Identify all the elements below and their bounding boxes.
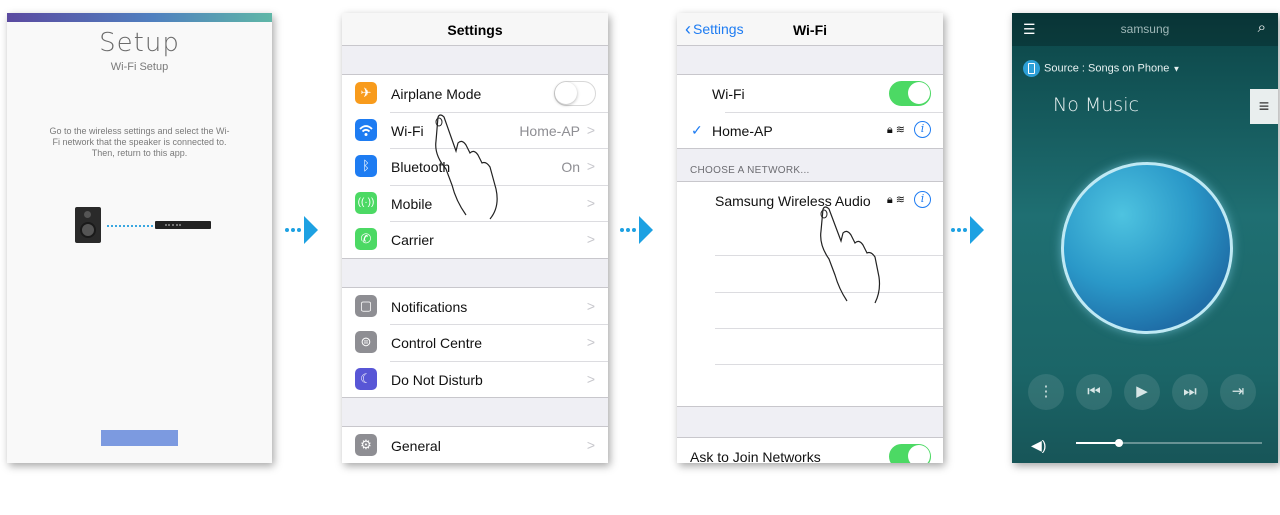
wifi-icon bbox=[355, 118, 377, 141]
volume-icon: ◀) bbox=[1031, 437, 1047, 453]
track-title: No Music bbox=[1053, 94, 1139, 116]
ask-to-join-group: Ask to Join Networks bbox=[677, 437, 943, 463]
brand-label: samsung bbox=[1120, 22, 1170, 36]
settings-row-control-centre[interactable]: ⊜ Control Centre > bbox=[342, 324, 608, 361]
row-label: Ask to Join Networks bbox=[690, 449, 821, 463]
dropdown-icon: ▼ bbox=[1172, 64, 1181, 74]
mobile-antenna-icon: ((·)) bbox=[355, 191, 377, 214]
settings-row-do-not-disturb[interactable]: ☾ Do Not Disturb > bbox=[342, 360, 608, 398]
setup-screen: Setup Wi-Fi Setup Go to the wireless set… bbox=[7, 13, 272, 463]
network-row[interactable]: Samsung Wireless Audio 🔒︎ ≋ i bbox=[677, 182, 943, 219]
menu-icon[interactable]: ≡ bbox=[1250, 89, 1278, 124]
settings-group-system: ▢ Notifications > ⊜ Control Centre > ☾ D… bbox=[342, 286, 608, 398]
speaker-icon bbox=[75, 207, 101, 243]
ios-wifi-screen: ‹ Settings Wi-Fi Wi-Fi ✓ Home-AP 🔒︎ ≋ i C… bbox=[677, 13, 943, 463]
row-value: On bbox=[561, 159, 580, 175]
play-icon[interactable]: ▶ bbox=[1124, 374, 1160, 410]
phone-source-icon bbox=[1023, 60, 1040, 77]
connected-network-row[interactable]: ✓ Home-AP 🔒︎ ≋ i bbox=[677, 111, 943, 149]
setup-instructions: Go to the wireless settings and select t… bbox=[49, 126, 230, 158]
moon-icon: ☾ bbox=[355, 367, 377, 390]
router-icon bbox=[155, 221, 211, 229]
gradient-header-bar bbox=[7, 13, 272, 22]
row-label: Carrier bbox=[391, 232, 434, 248]
source-label: Source : Songs on Phone bbox=[1044, 62, 1170, 75]
more-options-icon[interactable]: ⋮ bbox=[1028, 374, 1064, 410]
hand-pointer-icon bbox=[435, 114, 498, 220]
source-selector[interactable]: Source : Songs on Phone ▼ bbox=[1023, 60, 1180, 77]
chevron-right-icon: > bbox=[586, 297, 595, 314]
settings-row-general[interactable]: ⚙ General > bbox=[342, 427, 608, 463]
airplane-icon: ✈ bbox=[355, 82, 377, 104]
settings-row-notifications[interactable]: ▢ Notifications > bbox=[342, 288, 608, 325]
page-title: Wi-Fi bbox=[792, 22, 828, 38]
row-label: Notifications bbox=[391, 298, 468, 315]
chevron-right-icon: > bbox=[586, 231, 595, 247]
top-bar: ☰ samsung ⌕ bbox=[1012, 13, 1278, 46]
ios-settings-screen: Settings ✈ Airplane Mode Wi-Fi Home-AP >… bbox=[342, 13, 608, 463]
row-label: Wi-Fi bbox=[712, 86, 745, 102]
row-label: Airplane Mode bbox=[391, 86, 482, 102]
row-label: Mobile bbox=[391, 195, 433, 212]
ask-to-join-toggle[interactable] bbox=[889, 444, 931, 463]
gear-icon: ⚙ bbox=[355, 434, 377, 456]
nav-bar: Settings bbox=[342, 13, 608, 46]
previous-track-icon[interactable]: ⏮ bbox=[1076, 374, 1112, 410]
phone-icon: ✆ bbox=[355, 228, 377, 250]
setup-title: Setup bbox=[99, 28, 180, 58]
network-list: Samsung Wireless Audio 🔒︎ ≋ i bbox=[677, 181, 943, 407]
volume-slider-knob[interactable] bbox=[1114, 439, 1123, 447]
chevron-right-icon: > bbox=[586, 334, 595, 350]
wifi-status-group: Wi-Fi ✓ Home-AP 🔒︎ ≋ i bbox=[677, 74, 943, 149]
info-icon[interactable]: i bbox=[914, 191, 931, 208]
settings-group-general: ⚙ General > bbox=[342, 426, 608, 463]
page-title: Settings bbox=[447, 22, 503, 38]
chevron-right-icon: > bbox=[586, 194, 595, 211]
next-track-icon[interactable]: ⏭ bbox=[1172, 374, 1208, 410]
row-label: General bbox=[391, 438, 441, 454]
row-label: Wi-Fi bbox=[391, 122, 424, 139]
lock-wifi-icon: 🔒︎ ≋ bbox=[886, 123, 905, 136]
connection-dots bbox=[107, 225, 153, 227]
album-art-disc bbox=[1061, 162, 1233, 334]
nav-bar: ‹ Settings Wi-Fi bbox=[677, 13, 943, 46]
next-button[interactable] bbox=[101, 430, 178, 446]
bluetooth-icon: ᛒ bbox=[355, 155, 377, 177]
chevron-right-icon: > bbox=[586, 121, 595, 138]
chevron-right-icon: > bbox=[586, 370, 595, 387]
checkmark-icon: ✓ bbox=[691, 121, 703, 138]
notifications-icon: ▢ bbox=[355, 294, 377, 317]
row-label: Control Centre bbox=[391, 335, 483, 351]
hand-pointer-icon bbox=[820, 206, 881, 304]
network-name: Home-AP bbox=[712, 122, 773, 139]
output-device-icon[interactable]: ⇥ bbox=[1220, 374, 1256, 410]
ask-to-join-row[interactable]: Ask to Join Networks bbox=[677, 438, 943, 463]
settings-row-airplane-mode[interactable]: ✈ Airplane Mode bbox=[342, 75, 608, 112]
row-label: Do Not Disturb bbox=[391, 371, 483, 388]
volume-slider[interactable] bbox=[1076, 439, 1262, 447]
airplane-mode-toggle[interactable] bbox=[554, 81, 596, 106]
music-player-screen: ☰ samsung ⌕ Source : Songs on Phone ▼ No… bbox=[1012, 13, 1278, 463]
setup-subtitle: Wi-Fi Setup bbox=[110, 61, 169, 73]
control-centre-icon: ⊜ bbox=[355, 331, 377, 353]
section-header: CHOOSE A NETWORK... bbox=[690, 165, 810, 176]
chevron-right-icon: > bbox=[586, 158, 595, 174]
wifi-toggle-row[interactable]: Wi-Fi bbox=[677, 75, 943, 112]
info-icon[interactable]: i bbox=[914, 120, 931, 138]
row-value: Home-AP bbox=[519, 122, 580, 139]
chevron-right-icon: > bbox=[586, 437, 595, 453]
search-icon[interactable]: ⌕ bbox=[1258, 19, 1266, 36]
wifi-toggle[interactable] bbox=[889, 81, 931, 106]
